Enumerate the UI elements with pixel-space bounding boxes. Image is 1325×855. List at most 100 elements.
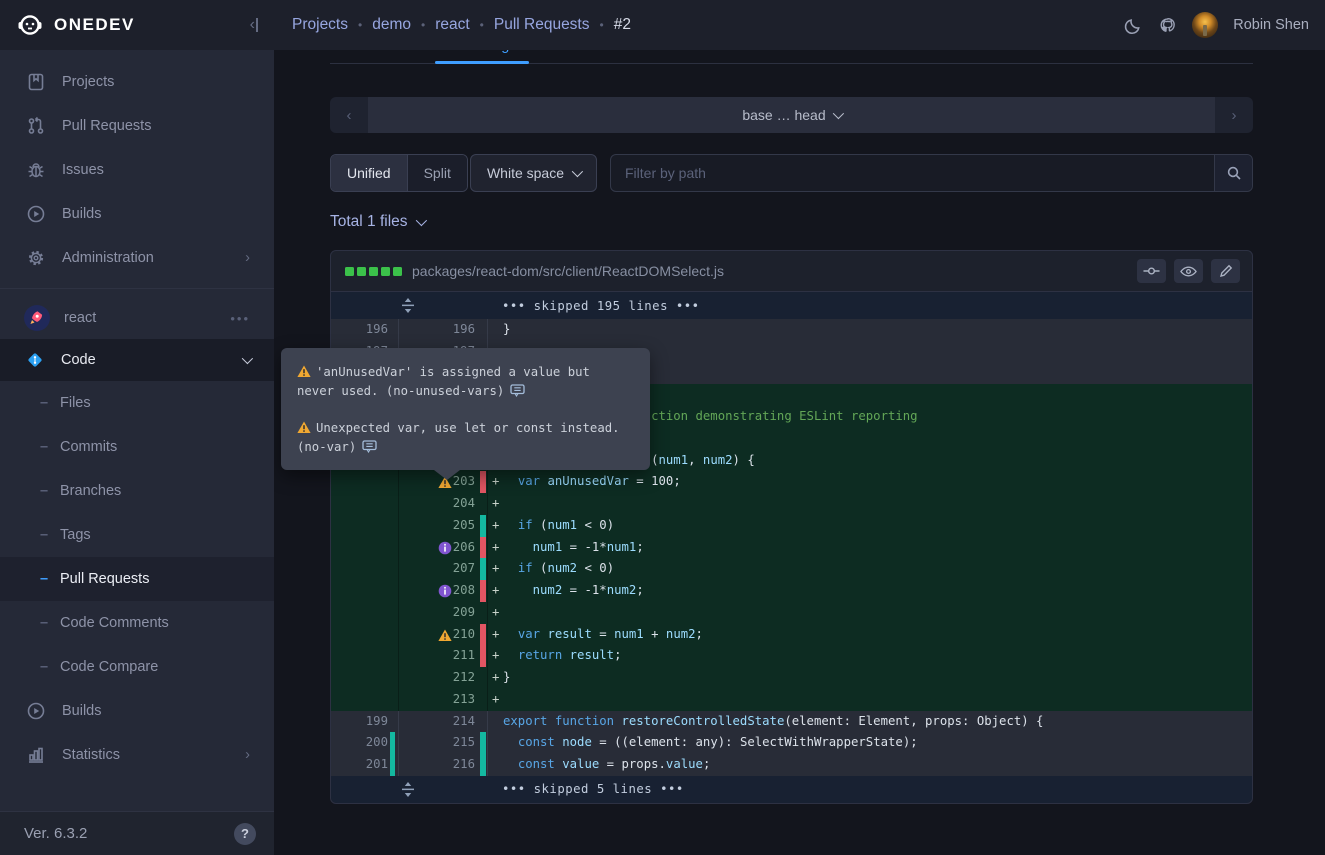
path-filter-input[interactable] — [611, 155, 1214, 191]
pencil-button[interactable] — [1211, 259, 1240, 283]
moon-icon[interactable] — [1124, 16, 1143, 35]
sidebar-subitem-files[interactable]: –Files — [0, 381, 274, 425]
sidebar-subitem-commits[interactable]: –Commits — [0, 425, 274, 469]
sidebar-tail-nav: BuildsStatistics› — [0, 689, 274, 777]
pull-request-icon — [26, 116, 46, 136]
sidebar-subitem-branches[interactable]: –Branches — [0, 469, 274, 513]
problem-bar — [480, 580, 486, 602]
sidebar-item-pull-requests[interactable]: Pull Requests — [0, 104, 274, 148]
dash-icon: – — [40, 395, 50, 411]
code-content: export function restoreControlledState(e… — [503, 711, 1252, 733]
diff-stat-block — [357, 267, 366, 276]
sidebar-subitem-pull-requests[interactable]: –Pull Requests — [0, 557, 274, 601]
sidebar-item-label: Issues — [62, 162, 104, 178]
warning-icon[interactable] — [438, 628, 452, 642]
comment-bubble-icon[interactable] — [510, 384, 525, 397]
diff-skipped-row: ••• skipped 5 lines ••• — [331, 776, 1252, 803]
sidebar-footer: Ver. 6.3.2 ? — [0, 811, 274, 855]
problem-text: 'anUnusedVar' is assigned a value but ne… — [297, 365, 590, 398]
sidebar-item-code[interactable]: Code — [0, 339, 274, 381]
dash-icon: – — [40, 439, 50, 455]
sidebar-subitem-code-comments[interactable]: –Code Comments — [0, 601, 274, 645]
search-icon[interactable] — [1214, 155, 1252, 191]
comment-bubble-icon[interactable] — [362, 440, 377, 453]
old-line-number — [331, 602, 399, 624]
gear-icon — [26, 248, 46, 268]
diff-stat-block — [345, 267, 354, 276]
diff-sign: + — [488, 493, 503, 515]
breadcrumb-demo[interactable]: demo — [372, 16, 411, 34]
view-mode-unified[interactable]: Unified — [331, 155, 407, 191]
sidebar: ONEDEV ‹ Projects Pull Requests Issues Buil… — [0, 0, 274, 855]
code-content — [503, 602, 1252, 624]
file-path: packages/react-dom/src/client/ReactDOMSe… — [412, 263, 1137, 279]
diff-sign — [488, 711, 503, 733]
diff-sign — [488, 319, 503, 341]
sidebar-project-row[interactable]: react ••• — [0, 297, 274, 339]
code-content: const node = ((element: any): SelectWith… — [503, 732, 1252, 754]
eye-button[interactable] — [1174, 259, 1203, 283]
view-mode-split[interactable]: Split — [407, 155, 467, 191]
play-icon — [26, 701, 46, 721]
code-content: num1 = -1*num1; — [503, 537, 1252, 559]
whitespace-label: White space — [487, 165, 564, 181]
sidebar-collapse-icon[interactable]: ‹ — [250, 16, 258, 34]
coverage-bar — [480, 558, 486, 580]
diff-controls: UnifiedSplit White space — [330, 154, 1253, 192]
diff-sign: + — [488, 689, 503, 711]
diff-sign: + — [488, 515, 503, 537]
problem-bar — [480, 645, 486, 667]
github-icon[interactable] — [1158, 16, 1177, 35]
bug-icon — [26, 160, 46, 180]
code-content: if (num1 < 0) — [503, 515, 1252, 537]
version-label: Ver. 6.3.2 — [24, 825, 87, 842]
breadcrumb-react[interactable]: react — [435, 16, 469, 34]
sidebar-subitem-label: Tags — [60, 527, 91, 543]
info-icon[interactable] — [438, 584, 452, 598]
main-area: ActivitiesFile ChangesCode Comments ‹ ba… — [274, 0, 1325, 855]
info-icon[interactable] — [438, 541, 452, 555]
logo-row: ONEDEV ‹ — [0, 0, 274, 50]
new-line-number: 207 — [399, 558, 488, 580]
bar-chart-icon — [26, 745, 46, 765]
total-files-dropdown[interactable]: Total 1 files — [330, 213, 424, 231]
code-content: num2 = -1*num2; — [503, 580, 1252, 602]
chevron-down-icon — [832, 108, 843, 119]
old-line-number — [331, 645, 399, 667]
user-avatar[interactable] — [1192, 12, 1218, 38]
user-name[interactable]: Robin Shen — [1233, 17, 1309, 33]
unfold-icon[interactable] — [401, 298, 415, 313]
sidebar-item-label: Statistics — [62, 747, 120, 763]
whitespace-dropdown[interactable]: White space — [470, 154, 597, 192]
sidebar-subitem-tags[interactable]: –Tags — [0, 513, 274, 557]
sidebar-item-builds[interactable]: Builds — [0, 689, 274, 733]
range-selector[interactable]: base … head — [368, 97, 1215, 133]
sidebar-item-statistics[interactable]: Statistics› — [0, 733, 274, 777]
range-prev-button[interactable]: ‹ — [330, 97, 368, 133]
help-icon[interactable]: ? — [234, 823, 256, 845]
old-line-number — [331, 537, 399, 559]
sidebar-item-issues[interactable]: Issues — [0, 148, 274, 192]
breadcrumb-pull-requests[interactable]: Pull Requests — [494, 16, 590, 34]
warning-icon — [297, 421, 311, 434]
sidebar-item-administration[interactable]: Administration› — [0, 236, 274, 280]
breadcrumb-separator: • — [480, 18, 484, 32]
diff-sign — [488, 754, 503, 776]
old-line-number: 196 — [331, 319, 399, 341]
diff-line-208: 208+ num2 = -1*num2; — [331, 580, 1252, 602]
diff-file-header: packages/react-dom/src/client/ReactDOMSe… — [331, 251, 1252, 291]
unfold-icon[interactable] — [401, 782, 415, 797]
range-next-button[interactable]: › — [1215, 97, 1253, 133]
old-line-number — [331, 689, 399, 711]
old-line-number — [331, 471, 399, 493]
dash-icon: – — [40, 483, 50, 499]
sidebar-item-builds[interactable]: Builds — [0, 192, 274, 236]
sidebar-subitem-code-compare[interactable]: –Code Compare — [0, 645, 274, 689]
commit-button[interactable] — [1137, 259, 1166, 283]
sidebar-item-projects[interactable]: Projects — [0, 60, 274, 104]
diff-file-panel: packages/react-dom/src/client/ReactDOMSe… — [330, 250, 1253, 804]
skipped-lines-label: ••• skipped 195 lines ••• — [502, 299, 700, 313]
sidebar-item-label: Projects — [62, 74, 114, 90]
project-more-icon[interactable]: ••• — [230, 311, 250, 326]
breadcrumb-projects[interactable]: Projects — [292, 16, 348, 34]
